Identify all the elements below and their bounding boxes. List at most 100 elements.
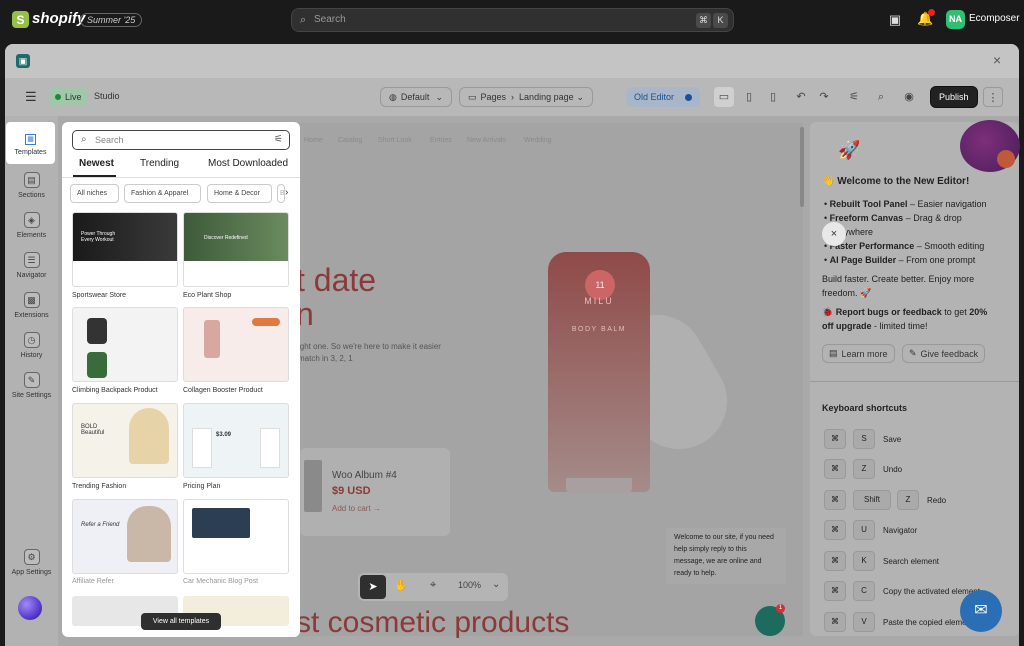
thumb-text: Discover Redefined bbox=[204, 235, 248, 241]
chip-fashion[interactable]: Fashion & Apparel bbox=[124, 184, 201, 203]
canvas-nav-link[interactable]: New Arrivals bbox=[467, 137, 506, 144]
template-card-thumb[interactable]: BOLD Beautiful bbox=[72, 403, 178, 478]
page-name: Landing page bbox=[519, 92, 574, 102]
old-editor-toggle[interactable]: Old Editor bbox=[626, 87, 700, 107]
tablet-view-icon[interactable]: ▯ bbox=[739, 87, 759, 107]
close-icon[interactable]: × bbox=[993, 52, 1001, 68]
canvas-nav-link[interactable]: Entries bbox=[430, 137, 452, 144]
close-icon[interactable]: × bbox=[822, 222, 846, 246]
brand-name: MILU bbox=[584, 296, 614, 306]
template-card-name[interactable]: Affiliate Refer bbox=[72, 578, 114, 585]
kbd-cmd: ⌘ bbox=[824, 429, 846, 449]
chat-welcome-message: Welcome to our site, if you need help si… bbox=[666, 528, 786, 584]
shopify-brand[interactable]: shopify bbox=[32, 10, 85, 27]
shopify-search-input[interactable]: ⌕ Search ⌘ K bbox=[291, 8, 734, 32]
pointer-tool-icon[interactable]: ➤ bbox=[360, 575, 386, 599]
template-card-thumb[interactable] bbox=[72, 307, 178, 382]
template-card-name[interactable]: Sportswear Store bbox=[72, 292, 126, 299]
chevron-right-icon[interactable]: › bbox=[285, 187, 288, 198]
hand-tool-icon[interactable]: ✋ bbox=[394, 579, 408, 592]
template-card-name[interactable]: Collagen Booster Product bbox=[183, 387, 263, 394]
learn-more-label: Learn more bbox=[841, 348, 888, 359]
template-card-name[interactable]: Eco Plant Shop bbox=[183, 292, 231, 299]
view-all-templates-button[interactable]: View all templates bbox=[141, 613, 221, 630]
product-card[interactable] bbox=[300, 448, 450, 536]
menu-icon[interactable]: ☰ bbox=[25, 89, 37, 105]
fit-screen-icon[interactable]: ⌖ bbox=[430, 579, 436, 592]
rail-item-label: Elements bbox=[16, 232, 47, 239]
live-badge: Live bbox=[49, 88, 88, 106]
mobile-view-icon[interactable]: ▯ bbox=[763, 87, 783, 107]
chip-partial[interactable]: Be bbox=[277, 184, 285, 203]
template-card-thumb[interactable]: Power Through Every Workout bbox=[72, 212, 178, 287]
shortcut-label: Undo bbox=[883, 465, 903, 474]
zoom-level[interactable]: 100% bbox=[458, 580, 481, 590]
page-select[interactable]: ▭ Pages › Landing page ⌄ bbox=[459, 87, 593, 107]
add-to-cart-link[interactable]: Add to cart → bbox=[332, 504, 381, 513]
preview-search-icon[interactable]: ⌕ bbox=[871, 87, 891, 107]
learn-more-button[interactable]: ▤ Learn more bbox=[822, 344, 895, 363]
chip-home-decor[interactable]: Home & Decor bbox=[207, 184, 272, 203]
rail-item-extensions[interactable]: ▩ Extensions bbox=[5, 292, 58, 319]
more-icon[interactable]: ⋮ bbox=[983, 87, 1003, 107]
store-icon[interactable]: ▣ bbox=[887, 12, 903, 28]
canvas-scrollbar[interactable] bbox=[800, 127, 804, 207]
product-title: Woo Album #4 bbox=[332, 470, 397, 481]
canvas-nav-link[interactable]: Home bbox=[304, 137, 323, 144]
template-card-thumb[interactable]: Refer a Friend bbox=[72, 499, 178, 574]
template-card-thumb[interactable] bbox=[183, 499, 289, 574]
rail-item-history[interactable]: ◷ History bbox=[5, 332, 58, 359]
chip-all-niches[interactable]: All niches bbox=[70, 184, 119, 203]
tab-trending[interactable]: Trending bbox=[140, 158, 179, 169]
templates-search-input[interactable]: ⌕ Search ⚟ bbox=[72, 130, 290, 150]
canvas-nav-link[interactable]: Catalog bbox=[338, 137, 362, 144]
tab-most-downloaded[interactable]: Most Downloaded bbox=[208, 158, 288, 169]
template-card-thumb[interactable]: $3.09 bbox=[183, 403, 289, 478]
rail-item-elements[interactable]: ◈ Elements bbox=[5, 212, 58, 239]
template-card-thumb[interactable]: Discover Redefined bbox=[183, 212, 289, 287]
report-rest: to get bbox=[941, 307, 970, 317]
filter-icon[interactable]: ⚟ bbox=[274, 134, 283, 145]
help-chat-icon[interactable]: ✉ bbox=[960, 590, 1002, 632]
rail-item-site-settings[interactable]: ✎ Site Settings bbox=[5, 372, 58, 399]
report-line: off upgrade - limited time! bbox=[822, 321, 928, 331]
rail-item-sections[interactable]: ▤ Sections bbox=[5, 172, 58, 199]
chevron-down-icon: ⌄ bbox=[435, 91, 443, 102]
app-icon: ▣ bbox=[16, 54, 30, 68]
settings-sliders-icon[interactable]: ⚟ bbox=[844, 87, 864, 107]
search-placeholder: Search bbox=[95, 135, 124, 145]
undo-icon[interactable]: ↶ bbox=[791, 87, 811, 107]
welcome-tagline: freedom. 🚀 bbox=[822, 288, 872, 298]
kbd-key: S bbox=[853, 429, 875, 449]
template-card-name[interactable]: Car Mechanic Blog Post bbox=[183, 578, 258, 585]
chevron-down-icon: ⌄ bbox=[576, 91, 584, 102]
publish-button[interactable]: Publish bbox=[930, 86, 978, 108]
desktop-view-icon[interactable]: ▭ bbox=[714, 87, 734, 107]
template-card-name[interactable]: Trending Fashion bbox=[72, 483, 126, 490]
studio-link[interactable]: Studio bbox=[94, 91, 120, 101]
template-card-name[interactable]: Pricing Plan bbox=[183, 483, 220, 490]
feature-rest: – Easier navigation bbox=[907, 199, 987, 209]
template-card-name[interactable]: Climbing Backpack Product bbox=[72, 387, 158, 394]
rail-item-label: Extensions bbox=[14, 312, 49, 319]
eye-icon[interactable]: ◉ bbox=[899, 87, 919, 107]
avatar[interactable]: NA bbox=[946, 10, 965, 29]
tab-newest[interactable]: Newest bbox=[79, 158, 114, 169]
canvas-nav-link[interactable]: Short Look bbox=[378, 137, 412, 144]
rail-item-templates[interactable]: ▦ Templates bbox=[6, 122, 55, 164]
canvas-nav-link[interactable]: Wedding bbox=[524, 137, 552, 144]
zoom-chevron-down-icon[interactable]: ⌄ bbox=[492, 579, 500, 590]
give-feedback-button[interactable]: ✎ Give feedback bbox=[902, 344, 986, 363]
rail-item-navigator[interactable]: ☰ Navigator bbox=[5, 252, 58, 279]
user-name[interactable]: Ecomposer bbox=[969, 13, 1020, 24]
live-label: Live bbox=[65, 92, 82, 102]
navigator-icon: ☰ bbox=[23, 252, 40, 268]
hero-copy: ight one. So we're here to make it easie… bbox=[298, 342, 441, 351]
template-card-thumb[interactable] bbox=[183, 307, 289, 382]
ai-orb-icon[interactable] bbox=[18, 596, 42, 620]
rail-item-app-settings[interactable]: ⚙ App Settings bbox=[5, 549, 58, 576]
shopify-logo-icon[interactable]: S bbox=[12, 11, 29, 28]
report-line: 🐞 Report bugs or feedback to get 20% bbox=[822, 307, 987, 318]
theme-select[interactable]: ◍ Default ⌄ bbox=[380, 87, 452, 107]
redo-icon[interactable]: ↷ bbox=[814, 87, 834, 107]
